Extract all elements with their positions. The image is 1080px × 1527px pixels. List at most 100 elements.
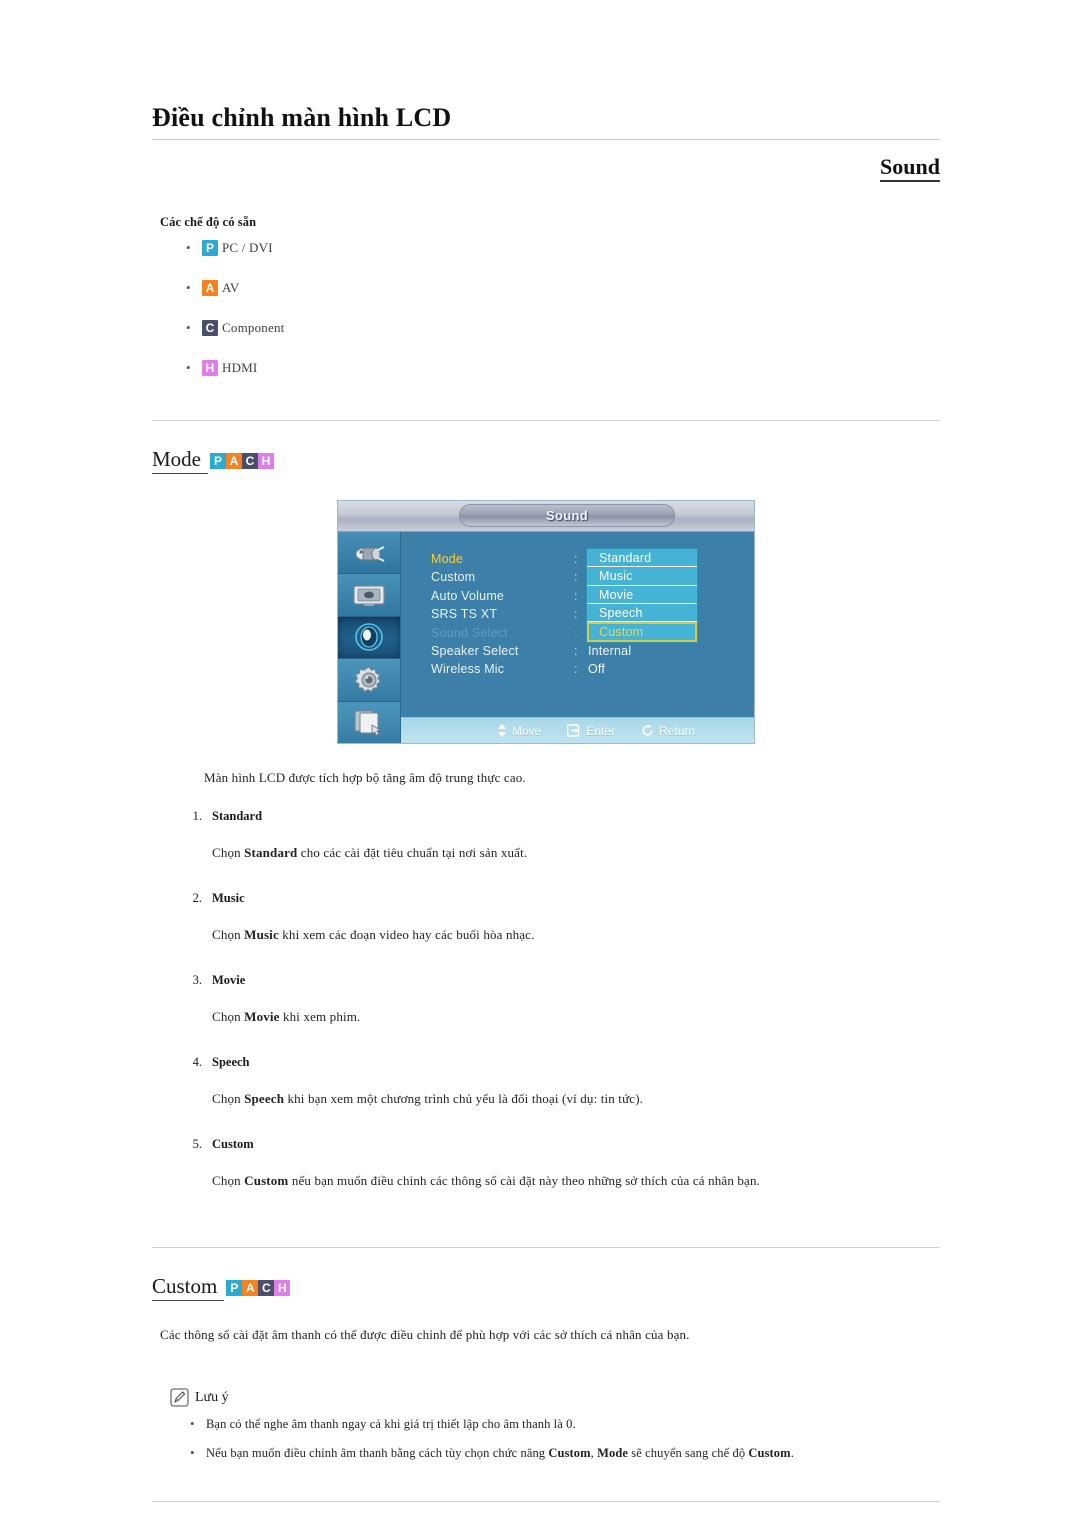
osd-row-speaker-select[interactable]: Speaker Select : Internal [431, 642, 731, 660]
badge-av-icon: A [242, 1280, 259, 1297]
setup-gear-icon[interactable] [338, 659, 400, 702]
dropdown-option-music[interactable]: Music [587, 567, 697, 586]
list-item-title: Standard [212, 809, 263, 824]
available-modes-heading: Các chế độ có sẵn [160, 214, 257, 229]
custom-heading-badges: P A C H [226, 1280, 291, 1297]
desc-lead: Chọn [212, 1090, 245, 1106]
note-text-after: sẽ chuyển sang chế độ [628, 1446, 749, 1461]
bass-section-divider [152, 1501, 940, 1503]
desc-lead: Chọn [212, 1172, 245, 1188]
desc-lead: Chọn [212, 845, 245, 861]
custom-section-heading: Custom P A C H [152, 1274, 940, 1301]
dropdown-option-speech[interactable]: Speech [587, 604, 697, 623]
desc-bold: Custom [244, 1172, 289, 1188]
badge-pc-dvi-icon: P [210, 453, 226, 470]
desc-bold: Music [244, 927, 279, 943]
section-heading-text: Sound [880, 153, 940, 182]
desc-lead: Chọn [212, 927, 245, 943]
list-item-description: Chọn Music khi xem các đoạn video hay cá… [212, 926, 940, 945]
note-bold-mode: Mode [597, 1446, 629, 1461]
note-text-end: . [790, 1446, 794, 1461]
list-item: Standard Chọn Standard cho các cài đặt t… [212, 809, 940, 863]
dropdown-option-custom[interactable]: Custom [587, 622, 697, 643]
desc-tail: khi xem các đoạn video hay các buổi hòa … [278, 927, 535, 943]
desc-bold: Movie [244, 1009, 280, 1025]
osd-mode-dropdown[interactable]: Standard Music Movie Speech Custom [586, 547, 698, 644]
osd-footer-bar: Move Enter Return [401, 716, 754, 743]
list-item: Speech Chọn Speech khi bạn xem một chươn… [212, 1055, 940, 1109]
osd-footer-return: Return [641, 724, 695, 738]
osd-body: Mode : Custom : Auto Volume: SRS TS XT … [338, 531, 754, 743]
list-item-description: Chọn Movie khi xem phim. [212, 1008, 940, 1027]
osd-footer-label: Move [512, 723, 542, 738]
badge-component-icon: C [258, 1280, 275, 1297]
list-item-title: Movie [212, 973, 246, 988]
mode-numbered-list: Standard Chọn Standard cho các cài đặt t… [152, 809, 940, 1190]
list-item: C Component [186, 319, 940, 336]
osd-row-value: Off [588, 662, 606, 677]
page-title: Điều chỉnh màn hình LCD [152, 103, 452, 132]
osd-main-panel: Mode : Custom : Auto Volume: SRS TS XT … [401, 531, 754, 743]
note-block: Lưu ý Bạn có thể nghe âm thanh ngay cả k… [170, 1388, 940, 1463]
note-pencil-icon [170, 1388, 189, 1407]
osd-row-label: Speaker Select [431, 644, 519, 659]
badge-pc-dvi-icon: P [226, 1280, 243, 1297]
osd-footer-enter: Enter [567, 724, 615, 738]
input-source-icon[interactable] [338, 531, 400, 575]
list-item-title: Speech [212, 1054, 250, 1069]
osd-menu-screenshot: Sound Mode: Custom: Auto Volume: SRS … [337, 499, 755, 744]
available-modes-list: P PC / DVI A AV C Component H HDMI [152, 239, 940, 376]
mode-heading-badges: P A C H [210, 453, 274, 470]
sound-speaker-icon[interactable] [338, 616, 400, 660]
osd-screenshot-wrapper: Sound Mode: Custom: Auto Volume: SRS … [152, 499, 940, 744]
osd-row-label: Auto Volume [431, 588, 505, 603]
note-items: Bạn có thể nghe âm thanh ngay cả khi giá… [170, 1415, 940, 1463]
osd-row-value: Internal [588, 644, 632, 659]
osd-footer-label: Return [659, 723, 696, 738]
osd-title-text: Sound [546, 507, 588, 523]
osd-titlebar: Sound [338, 500, 754, 532]
enter-key-icon [567, 724, 580, 738]
list-item-description: Chọn Speech khi bạn xem một chương trình… [212, 1090, 940, 1109]
return-arrow-icon [642, 724, 653, 737]
picture-screen-icon[interactable] [338, 574, 400, 617]
badge-hdmi-icon: H [258, 453, 274, 470]
dropdown-option-standard[interactable]: Standard [587, 549, 697, 568]
osd-row-label: Mode [431, 552, 464, 567]
osd-title-pill: Sound [459, 503, 675, 527]
note-heading: Lưu ý [170, 1388, 940, 1407]
mode-section-divider [152, 419, 940, 421]
title-divider [152, 138, 940, 140]
dropdown-option-movie[interactable]: Movie [587, 586, 697, 605]
list-item-description: Chọn Standard cho các cài đặt tiêu chuẩn… [212, 844, 940, 863]
desc-tail: khi xem phim. [279, 1009, 361, 1025]
custom-section-divider [152, 1246, 940, 1248]
list-item: Custom Chọn Custom nếu bạn muốn điều chỉ… [212, 1137, 940, 1191]
mode-intro-paragraph: Màn hình LCD được tích hợp bộ tăng âm độ… [204, 769, 526, 785]
osd-row-label: Sound Select [431, 625, 508, 640]
list-item: Movie Chọn Movie khi xem phim. [212, 973, 940, 1027]
list-item-title: Custom [212, 1136, 254, 1151]
osd-row-colon: : [574, 644, 578, 659]
section-heading-sound: Sound [152, 153, 940, 182]
note-text: Bạn có thể nghe âm thanh ngay cả khi giá… [206, 1417, 576, 1432]
osd-row-label: SRS TS XT [431, 607, 498, 622]
note-bold-custom-2: Custom [748, 1446, 791, 1461]
osd-row-label: Custom [431, 570, 476, 585]
desc-tail: cho các cài đặt tiêu chuẩn tại nơi sản x… [297, 845, 528, 861]
desc-bold: Speech [244, 1090, 285, 1106]
osd-sidebar [338, 531, 401, 743]
move-updown-icon [498, 724, 506, 738]
list-item: P PC / DVI [186, 239, 940, 256]
mode-label: Component [222, 319, 285, 335]
badge-component-icon: C [202, 319, 218, 336]
list-item: Bạn có thể nghe âm thanh ngay cả khi giá… [190, 1415, 940, 1434]
desc-tail: nếu bạn muốn điều chỉnh các thông số cài… [288, 1172, 760, 1188]
osd-footer-label: Enter [586, 723, 616, 738]
mode-label: PC / DVI [222, 239, 273, 255]
badge-pc-dvi-icon: P [202, 239, 218, 256]
multi-control-icon[interactable] [338, 701, 400, 743]
mode-heading-text: Mode [152, 447, 208, 474]
osd-row-wireless-mic[interactable]: Wireless Mic : Off [431, 660, 731, 678]
document-page: Điều chỉnh màn hình LCD Sound Các chế độ… [0, 0, 1080, 1527]
